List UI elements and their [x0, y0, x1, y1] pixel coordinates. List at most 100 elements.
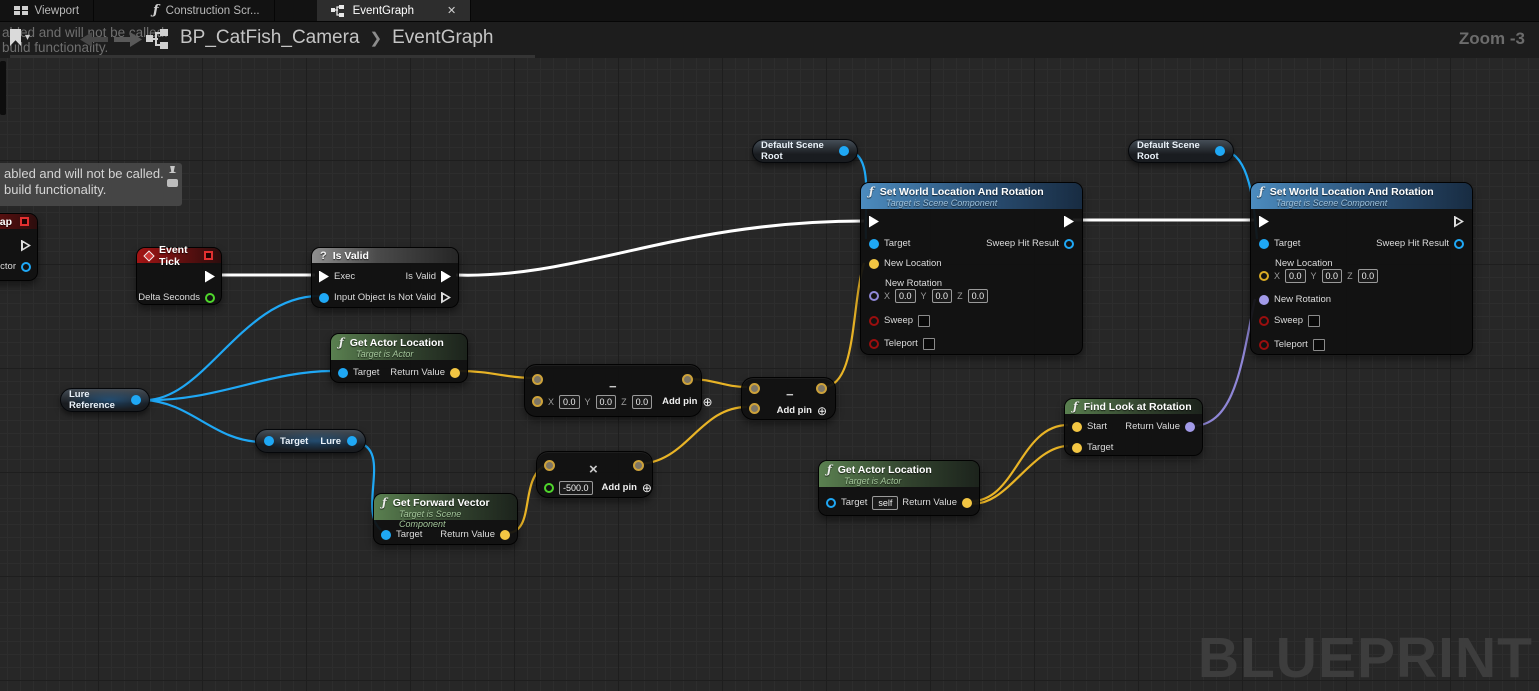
wire-actorloc2-start: [967, 423, 1069, 503]
add-pin-icon[interactable]: ⊕: [702, 395, 712, 409]
node-multiply[interactable]: × -500.0 Add pin ⊕: [536, 451, 653, 498]
thumbtack-icon[interactable]: [168, 166, 177, 173]
graph-canvas[interactable]: abled and will not be called. build func…: [0, 58, 1539, 691]
target-pin[interactable]: [826, 497, 836, 508]
value-out-pin[interactable]: [1215, 146, 1225, 156]
start-pin[interactable]: [1072, 421, 1082, 432]
node-actor-overlap-partial[interactable]: rlap ctor: [0, 213, 38, 281]
return-value-pin[interactable]: [450, 367, 460, 378]
teleport-pin[interactable]: [1259, 339, 1269, 350]
tab-construction-script[interactable]: ƒ Construction Scr...: [139, 0, 275, 21]
tab-eventgraph[interactable]: EventGraph ✕: [316, 0, 472, 21]
breadcrumb-blueprint[interactable]: BP_CatFish_Camera: [180, 27, 360, 49]
x-field[interactable]: 0.0: [1285, 268, 1306, 283]
add-pin-label[interactable]: Add pin: [602, 482, 637, 493]
sweep-hit-result-pin[interactable]: [1454, 238, 1464, 249]
node-get-actor-location-1[interactable]: ƒ Get Actor Location Target is Actor Tar…: [330, 333, 468, 383]
new-location-pin[interactable]: [869, 258, 879, 269]
delta-seconds-pin[interactable]: [205, 292, 215, 303]
return-value-pin[interactable]: [962, 497, 972, 508]
target-pin[interactable]: [338, 367, 348, 378]
sweep-pin[interactable]: [869, 315, 879, 326]
node-get-actor-location-2[interactable]: ƒ Get Actor Location Target is Actor Tar…: [818, 460, 980, 516]
node-default-scene-root-1[interactable]: Default Scene Root: [752, 139, 858, 163]
sweep-checkbox[interactable]: [918, 314, 931, 327]
scrollbar[interactable]: [10, 55, 535, 58]
input-a-pin[interactable]: [532, 374, 543, 385]
exec-in-pin[interactable]: [319, 270, 329, 283]
bookmark-button[interactable]: ▾: [10, 29, 30, 46]
forward-button[interactable]: [114, 32, 142, 47]
z-field[interactable]: 0.0: [631, 394, 653, 409]
exec-out-pin[interactable]: [1454, 216, 1464, 228]
teleport-checkbox[interactable]: [1312, 338, 1325, 351]
value-out-pin[interactable]: [839, 146, 849, 156]
target-pin[interactable]: [1259, 238, 1269, 249]
node-find-look-at-rotation[interactable]: ƒ Find Look at Rotation Start Target Ret…: [1064, 398, 1203, 456]
target-pin[interactable]: [869, 238, 879, 249]
node-get-forward-vector[interactable]: ƒ Get Forward Vector Target is Scene Com…: [373, 493, 518, 545]
output-pin[interactable]: [633, 460, 644, 471]
node-is-valid[interactable]: ? Is Valid Exec Input Object Is Valid Is…: [311, 247, 459, 308]
node-set-world-location-rotation-1[interactable]: ƒ Set World Location And Rotation Target…: [860, 182, 1083, 355]
node-set-world-location-rotation-2[interactable]: ƒ Set World Location And Rotation Target…: [1250, 182, 1473, 355]
input-b-pin[interactable]: [544, 482, 554, 493]
add-pin-label[interactable]: Add pin: [777, 405, 812, 416]
node-vector-subtract[interactable]: − X 0.0 Y 0.0 Z 0.0 Add pin ⊕: [524, 364, 713, 417]
return-value-pin[interactable]: [1185, 421, 1195, 432]
node-get-lure[interactable]: Target Lure: [255, 429, 366, 453]
teleport-pin[interactable]: [869, 338, 879, 349]
output-pin[interactable]: [816, 383, 827, 394]
input-object-pin[interactable]: [319, 292, 329, 303]
y-field[interactable]: 0.0: [931, 288, 953, 303]
other-actor-pin[interactable]: [21, 261, 31, 272]
add-pin-icon[interactable]: ⊕: [642, 481, 652, 495]
pin-label: Sweep Hit Result: [1376, 238, 1449, 249]
new-rotation-pin[interactable]: [1259, 294, 1269, 305]
add-pin-label[interactable]: Add pin: [662, 396, 697, 407]
back-button[interactable]: [80, 32, 108, 47]
target-pin[interactable]: [381, 529, 391, 540]
node-subtract[interactable]: − Add pin ⊕: [741, 377, 836, 420]
close-tab-icon[interactable]: ✕: [447, 4, 456, 17]
value-out-pin[interactable]: [131, 395, 141, 405]
new-location-pin[interactable]: [1259, 270, 1269, 281]
lure-out-pin[interactable]: [347, 436, 357, 446]
value-field[interactable]: -500.0: [559, 480, 593, 495]
target-pin[interactable]: [264, 436, 274, 446]
node-subtitle: Target is Scene Component: [886, 198, 998, 208]
exec-out-pin[interactable]: [205, 270, 215, 283]
y-field[interactable]: 0.0: [1321, 268, 1343, 283]
axis-label: Y: [584, 396, 591, 407]
teleport-checkbox[interactable]: [922, 337, 935, 350]
input-a-pin[interactable]: [749, 383, 760, 394]
exec-out-pin[interactable]: [21, 240, 31, 252]
input-b-pin[interactable]: [532, 396, 543, 407]
is-not-valid-exec-pin[interactable]: [441, 292, 451, 304]
node-lure-reference[interactable]: Lure Reference: [60, 388, 150, 412]
output-pin[interactable]: [682, 374, 693, 385]
x-field[interactable]: 0.0: [559, 394, 580, 409]
z-field[interactable]: 0.0: [967, 288, 989, 303]
z-field[interactable]: 0.0: [1357, 268, 1379, 283]
x-field[interactable]: 0.0: [895, 288, 916, 303]
tab-viewport[interactable]: Viewport: [0, 0, 95, 21]
target-pin[interactable]: [1072, 442, 1082, 453]
sweep-hit-result-pin[interactable]: [1064, 238, 1074, 249]
self-field[interactable]: self: [872, 495, 899, 510]
exec-out-pin[interactable]: [1064, 215, 1074, 228]
node-event-tick[interactable]: Event Tick Delta Seconds: [136, 244, 222, 305]
input-a-pin[interactable]: [544, 460, 555, 471]
return-value-pin[interactable]: [500, 529, 510, 540]
exec-in-pin[interactable]: [1259, 215, 1269, 228]
add-pin-icon[interactable]: ⊕: [817, 404, 827, 418]
new-rotation-pin[interactable]: [869, 290, 879, 301]
is-valid-exec-pin[interactable]: [441, 270, 451, 283]
y-field[interactable]: 0.0: [595, 394, 617, 409]
node-default-scene-root-2[interactable]: Default Scene Root: [1128, 139, 1234, 163]
sweep-checkbox[interactable]: [1308, 314, 1321, 327]
exec-in-pin[interactable]: [869, 215, 879, 228]
input-b-pin[interactable]: [749, 403, 760, 414]
breadcrumb-graph[interactable]: EventGraph: [392, 27, 493, 49]
sweep-pin[interactable]: [1259, 315, 1269, 326]
